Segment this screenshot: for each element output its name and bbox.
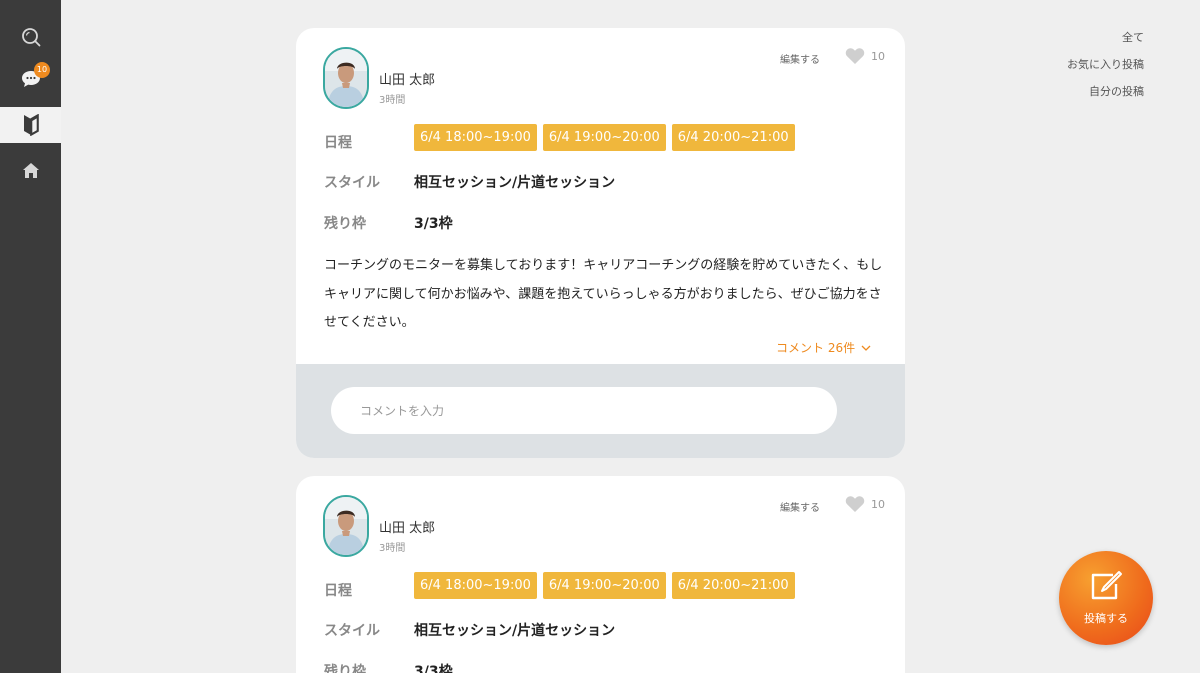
heart-icon (845, 48, 865, 64)
style-value: 相互セッション/片道セッション (414, 175, 616, 191)
filter-my-posts[interactable]: 自分の投稿 (1067, 84, 1144, 111)
author-name[interactable]: 山田 太郎 (379, 69, 435, 88)
sidebar: 10 (0, 0, 61, 673)
style-value: 相互セッション/片道セッション (414, 623, 616, 639)
time-slot-tag[interactable]: 6/4 20:00~21:00 (671, 124, 795, 151)
schedule-label: 日程 (324, 583, 352, 599)
comment-input[interactable] (331, 387, 837, 434)
sidebar-item-home[interactable] (0, 152, 61, 188)
like-button[interactable]: 10 (845, 47, 885, 65)
notification-badge: 10 (34, 62, 50, 78)
beginner-mark-icon (23, 114, 39, 136)
style-label: スタイル (324, 623, 380, 639)
time-slot-tag[interactable]: 6/4 20:00~21:00 (671, 572, 795, 599)
remaining-value: 3/3枠 (414, 664, 453, 673)
comments-toggle[interactable]: コメント 26件 (776, 339, 871, 356)
filter-favorites[interactable]: お気に入り投稿 (1067, 57, 1144, 84)
avatar[interactable] (323, 495, 369, 557)
sidebar-item-beginner[interactable] (0, 107, 61, 143)
remaining-value: 3/3枠 (414, 216, 453, 232)
time-slot-tag[interactable]: 6/4 18:00~19:00 (414, 124, 537, 151)
filter-all[interactable]: 全て (1067, 30, 1144, 57)
comments-count: コメント 26件 (776, 341, 856, 355)
like-button[interactable]: 10 (845, 495, 885, 513)
post-card: 山田 太郎 3時間 編集する 10 日程 6/4 18:00~19:00 6/4… (296, 28, 905, 458)
remaining-label: 残り枠 (324, 216, 366, 232)
edit-button[interactable]: 編集する (780, 51, 820, 66)
like-count: 10 (871, 497, 885, 511)
schedule-slots: 6/4 18:00~19:00 6/4 19:00~20:00 6/4 20:0… (414, 572, 795, 599)
chevron-down-icon (861, 345, 871, 351)
schedule-label: 日程 (324, 135, 352, 151)
avatar[interactable] (323, 47, 369, 109)
sidebar-item-search[interactable] (0, 19, 61, 55)
post-time: 3時間 (379, 543, 406, 554)
time-slot-tag[interactable]: 6/4 19:00~20:00 (542, 572, 666, 599)
edit-icon (1091, 571, 1122, 600)
heart-icon (845, 496, 865, 512)
post-time: 3時間 (379, 95, 406, 106)
schedule-slots: 6/4 18:00~19:00 6/4 19:00~20:00 6/4 20:0… (414, 124, 795, 151)
comment-area (296, 364, 905, 458)
author-name[interactable]: 山田 太郎 (379, 517, 435, 536)
filter-menu: 全て お気に入り投稿 自分の投稿 (1067, 30, 1144, 111)
style-label: スタイル (324, 175, 380, 191)
search-icon (21, 28, 40, 47)
time-slot-tag[interactable]: 6/4 19:00~20:00 (542, 124, 666, 151)
time-slot-tag[interactable]: 6/4 18:00~19:00 (414, 572, 537, 599)
create-post-button[interactable]: 投稿する (1059, 551, 1153, 645)
edit-button[interactable]: 編集する (780, 499, 820, 514)
remaining-label: 残り枠 (324, 664, 366, 673)
sidebar-item-messages[interactable]: 10 (0, 61, 61, 97)
like-count: 10 (871, 49, 885, 63)
post-body: コーチングのモニターを募集しております！キャリアコーチングの経験を貯めていきたく… (324, 258, 883, 330)
post-card: 山田 太郎 3時間 編集する 10 日程 6/4 18:00~19:00 6/4… (296, 476, 905, 673)
create-post-label: 投稿する (1084, 612, 1128, 625)
home-icon (22, 162, 39, 178)
